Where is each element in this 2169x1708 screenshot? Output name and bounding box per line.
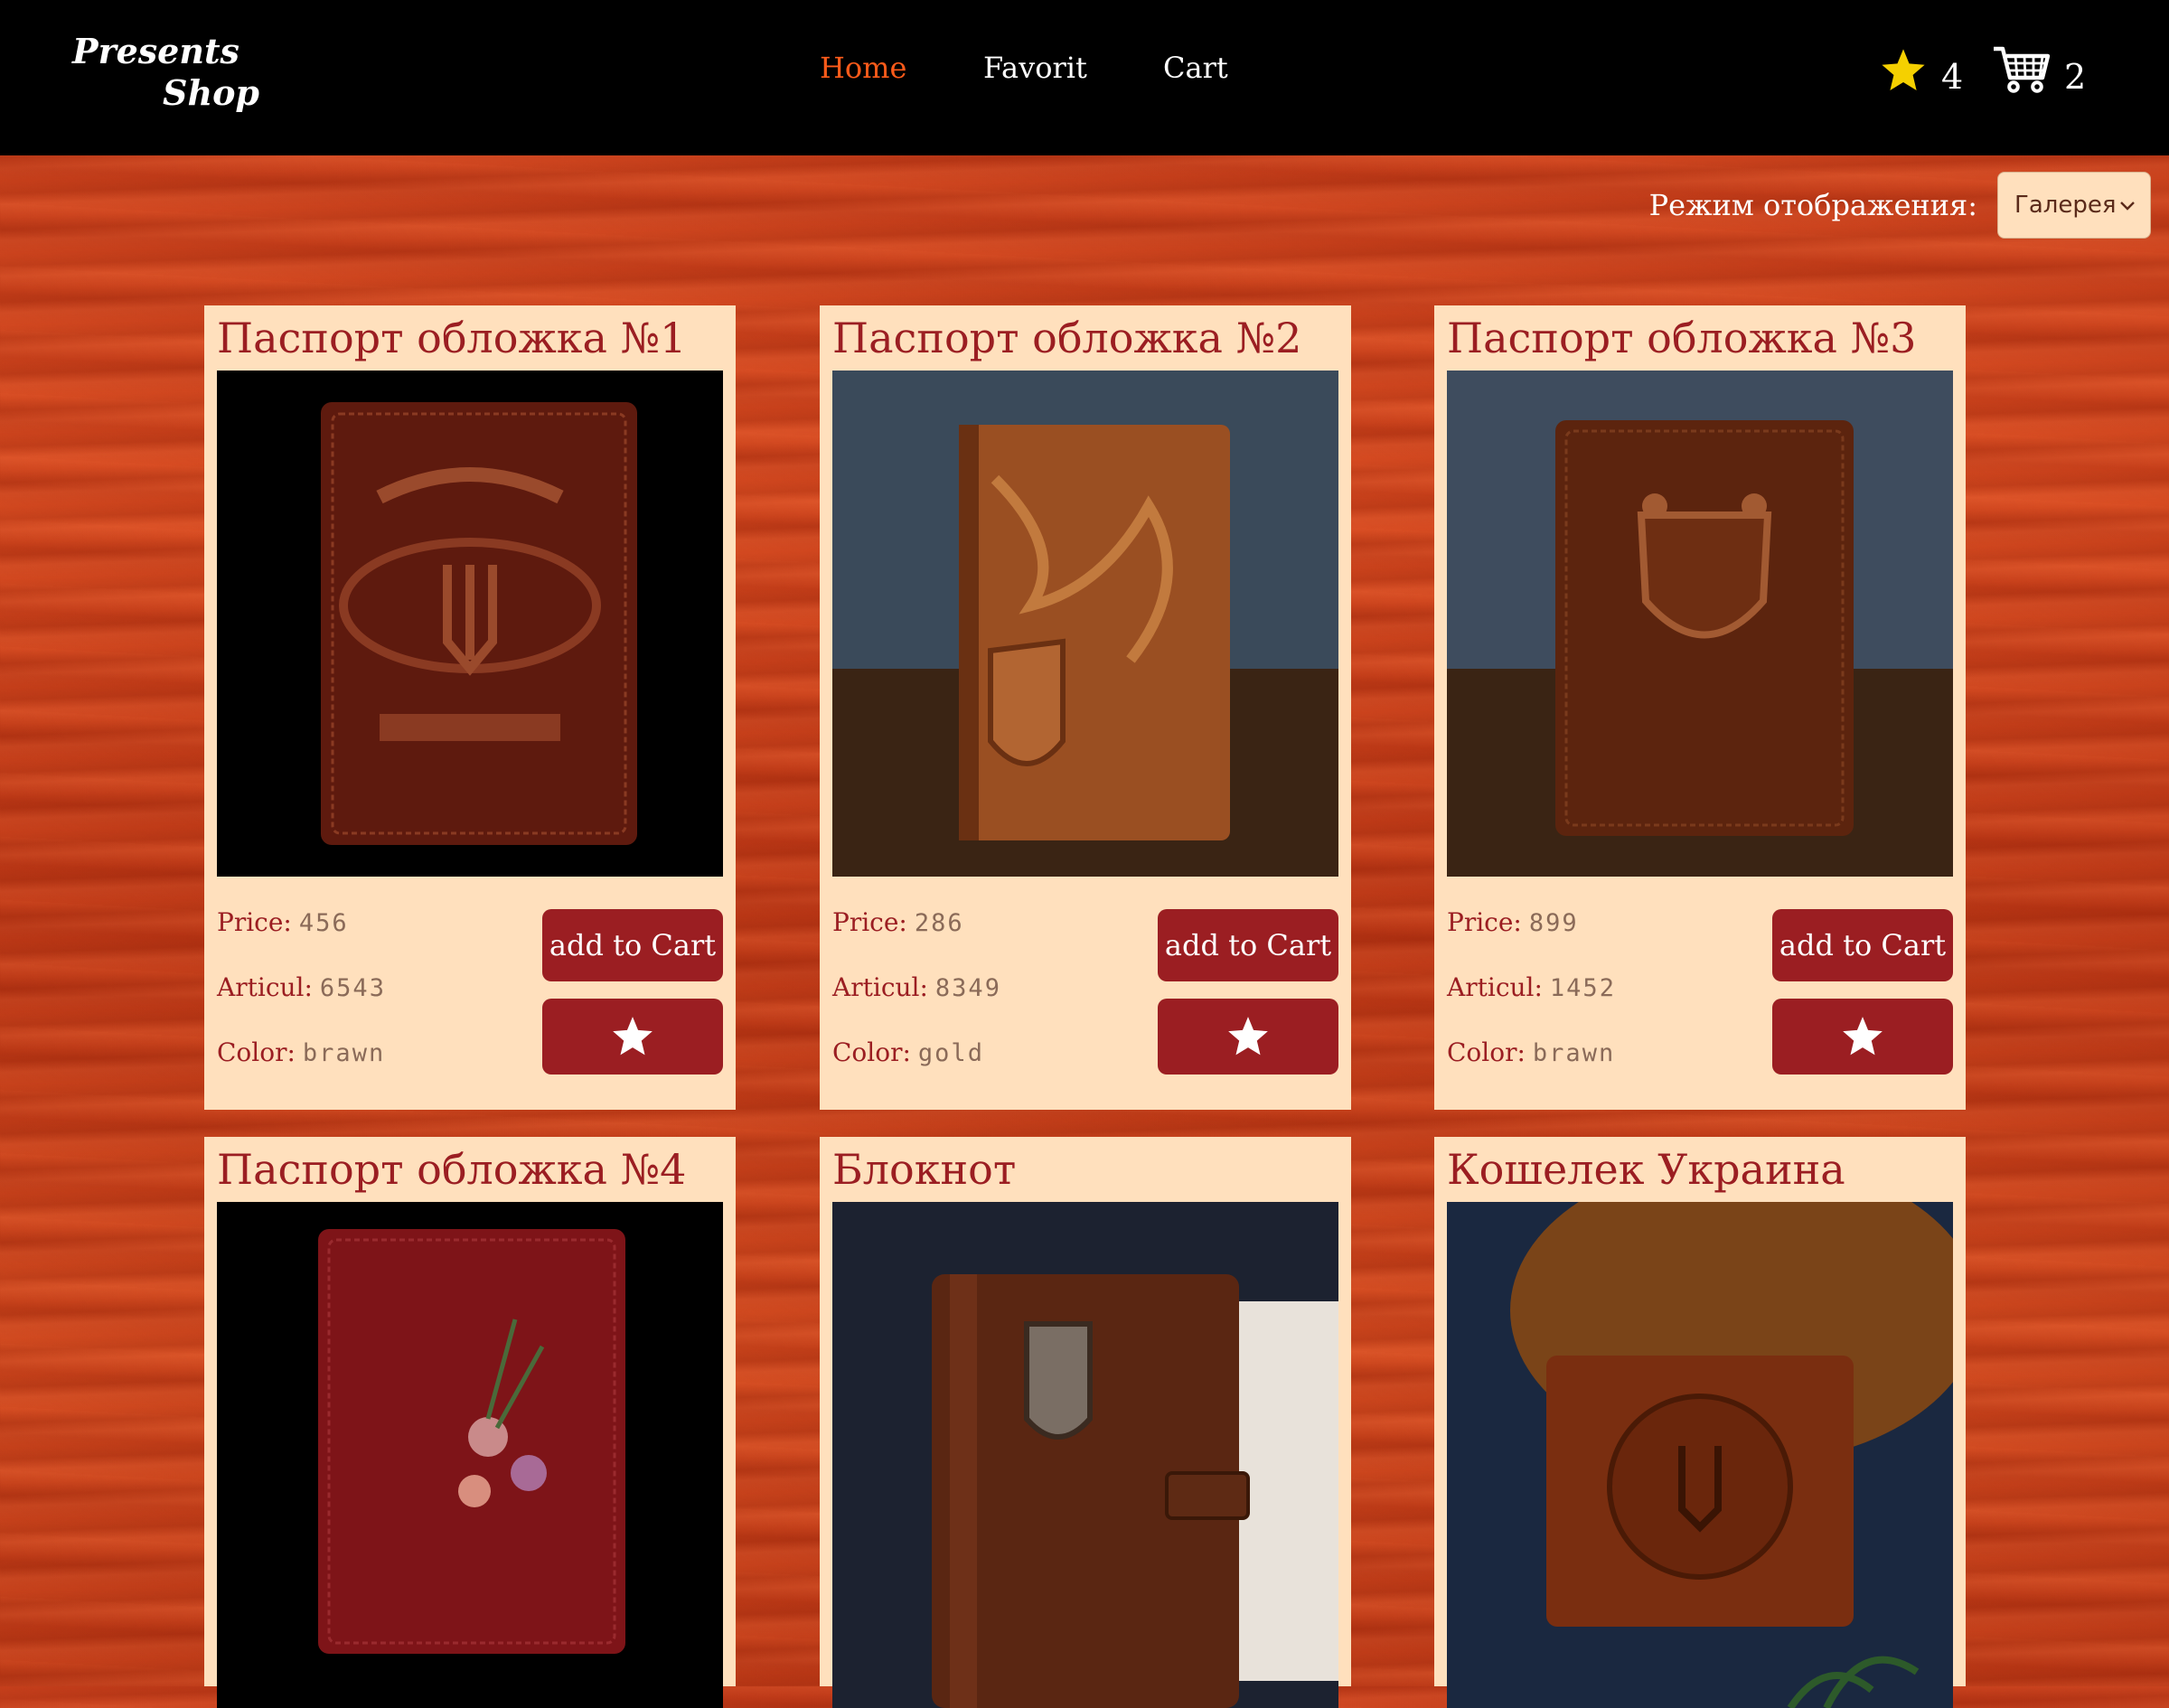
star-icon (1228, 1017, 1268, 1056)
color-value: gold (917, 1039, 984, 1067)
header: Presents Shop Home Favorit Cart 4 2 (0, 0, 2169, 155)
star-icon (1882, 49, 1925, 91)
cart-counter[interactable]: 2 (1992, 42, 2086, 99)
favorite-button[interactable] (542, 999, 723, 1075)
articul-label: Articul: (832, 972, 928, 1002)
product-card: Паспорт обложка №1 Price: 456 Articul: 654… (204, 305, 736, 1110)
nav-favorit[interactable]: Favorit (983, 51, 1087, 85)
favorite-button[interactable] (1158, 999, 1338, 1075)
price-label: Price: (832, 907, 907, 937)
product-image[interactable] (217, 1202, 723, 1708)
color-value: brawn (302, 1039, 386, 1067)
color-label: Color: (217, 1037, 296, 1067)
product-title: Паспорт обложка №3 (1447, 314, 1917, 362)
color-label: Color: (832, 1037, 911, 1067)
favorites-counter[interactable]: 4 (1878, 42, 1963, 99)
star-icon (613, 1017, 653, 1056)
cart-icon (1994, 46, 2051, 93)
product-info: Price: 899 Articul: 1452 Color: brawn add t… (1447, 877, 1953, 1112)
product-card: Блокнот (820, 1137, 1351, 1708)
color-value: brawn (1532, 1039, 1616, 1067)
add-to-cart-button[interactable]: add to Cart (542, 909, 723, 981)
product-title: Паспорт обложка №1 (217, 314, 687, 362)
view-mode-label: Режим отображения: (1648, 188, 1977, 222)
articul-value: 6543 (319, 974, 386, 1002)
articul-row: Articul: 8349 (832, 972, 1001, 1002)
product-card: Паспорт обложка №3 Price: 899 Articul: 145… (1434, 305, 1966, 1110)
product-title: Кошелек Украина (1447, 1145, 1845, 1194)
price-value: 899 (1528, 909, 1579, 937)
product-title: Паспорт обложка №2 (832, 314, 1302, 362)
main-nav: Home Favorit Cart (0, 51, 2169, 96)
price-label: Price: (1447, 907, 1522, 937)
product-info: Price: 456 Articul: 6543 Color: brawn add t… (217, 877, 723, 1112)
articul-label: Articul: (217, 972, 313, 1002)
price-label: Price: (217, 907, 292, 937)
product-image[interactable] (1447, 1202, 1953, 1708)
color-label: Color: (1447, 1037, 1526, 1067)
product-image[interactable] (832, 371, 1338, 877)
add-to-cart-button[interactable]: add to Cart (1772, 909, 1953, 981)
articul-row: Articul: 1452 (1447, 972, 1616, 1002)
articul-label: Articul: (1447, 972, 1543, 1002)
price-value: 456 (298, 909, 349, 937)
color-row: Color: brawn (1447, 1037, 1615, 1067)
product-card: Паспорт обложка №4 (204, 1137, 736, 1708)
color-row: Color: brawn (217, 1037, 385, 1067)
product-info: Price: 286 Articul: 8349 Color: gold add to… (832, 877, 1338, 1112)
price-row: Price: 286 (832, 907, 964, 937)
color-row: Color: gold (832, 1037, 984, 1067)
view-mode-select[interactable]: Галерея (1997, 172, 2151, 239)
product-image[interactable] (1447, 371, 1953, 877)
product-title: Паспорт обложка №4 (217, 1145, 687, 1194)
price-row: Price: 899 (1447, 907, 1579, 937)
articul-row: Articul: 6543 (217, 972, 386, 1002)
chevron-down-icon (2120, 202, 2135, 211)
view-mode-value: Галерея (2014, 192, 2117, 219)
favorites-count: 4 (1941, 57, 1964, 97)
product-image[interactable] (217, 371, 723, 877)
favorite-button[interactable] (1772, 999, 1953, 1075)
articul-value: 1452 (1549, 974, 1616, 1002)
star-icon (1843, 1017, 1883, 1056)
price-value: 286 (914, 909, 964, 937)
add-to-cart-button[interactable]: add to Cart (1158, 909, 1338, 981)
view-mode: Режим отображения: Галерея (1649, 172, 2151, 239)
product-card: Паспорт обложка №2 Price: 286 Articul: 834… (820, 305, 1351, 1110)
nav-home[interactable]: Home (820, 51, 906, 85)
price-row: Price: 456 (217, 907, 349, 937)
product-card: Кошелек Украина (1434, 1137, 1966, 1708)
articul-value: 8349 (934, 974, 1001, 1002)
product-title: Блокнот (832, 1145, 1017, 1194)
nav-cart[interactable]: Cart (1163, 51, 1228, 85)
cart-count: 2 (2064, 57, 2087, 97)
product-image[interactable] (832, 1202, 1338, 1708)
